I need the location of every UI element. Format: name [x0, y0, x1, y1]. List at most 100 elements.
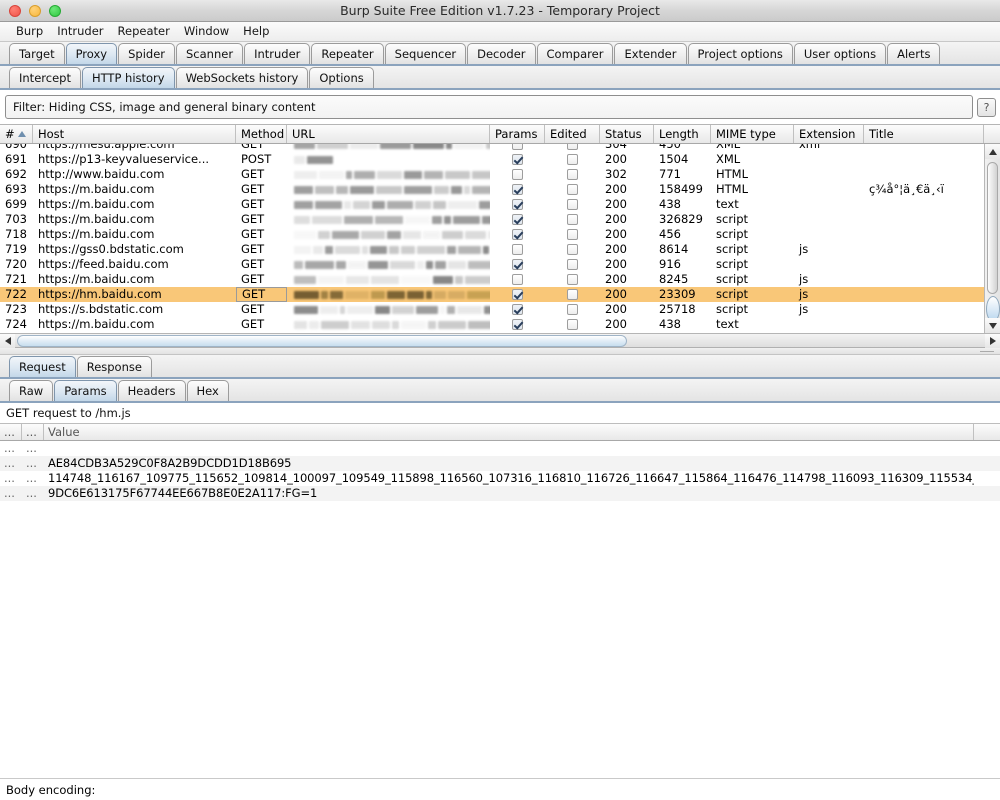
- unchecked-checkbox-icon[interactable]: [567, 199, 578, 210]
- horizontal-scroll-thumb[interactable]: [17, 335, 627, 347]
- tab-target[interactable]: Target: [9, 43, 65, 64]
- unchecked-checkbox-icon[interactable]: [567, 244, 578, 255]
- cell-params-checkbox[interactable]: [490, 302, 545, 317]
- column-header-length[interactable]: Length: [654, 125, 711, 143]
- unchecked-checkbox-icon[interactable]: [567, 184, 578, 195]
- history-vertical-scrollbar[interactable]: [984, 144, 1000, 333]
- checked-checkbox-icon[interactable]: [512, 289, 523, 300]
- checked-checkbox-icon[interactable]: [512, 259, 523, 270]
- vertical-scroll-thumb[interactable]: [987, 162, 998, 294]
- cell-edited-checkbox[interactable]: [545, 257, 600, 272]
- subtab-websockets-history[interactable]: WebSockets history: [176, 67, 309, 88]
- column-header-method[interactable]: Method: [236, 125, 287, 143]
- viewtab-headers[interactable]: Headers: [118, 380, 186, 401]
- tab-repeater[interactable]: Repeater: [311, 43, 383, 64]
- menu-item-help[interactable]: Help: [236, 22, 276, 41]
- params-row[interactable]: ......: [0, 441, 1000, 456]
- subtab-intercept[interactable]: Intercept: [9, 67, 81, 88]
- cell-edited-checkbox[interactable]: [545, 317, 600, 332]
- cell-params-checkbox[interactable]: [490, 317, 545, 332]
- cell-edited-checkbox[interactable]: [545, 272, 600, 287]
- unchecked-checkbox-icon[interactable]: [567, 169, 578, 180]
- params-column-header-1[interactable]: ...: [22, 424, 44, 440]
- cell-edited-checkbox[interactable]: [545, 182, 600, 197]
- cell-params-checkbox[interactable]: [490, 272, 545, 287]
- cell-params-checkbox[interactable]: [490, 144, 545, 152]
- menu-item-repeater[interactable]: Repeater: [111, 22, 177, 41]
- tab-extender[interactable]: Extender: [614, 43, 686, 64]
- cell-params-checkbox[interactable]: [490, 257, 545, 272]
- maximize-window-icon[interactable]: [49, 5, 61, 17]
- unchecked-checkbox-icon[interactable]: [567, 304, 578, 315]
- cell-params-checkbox[interactable]: [490, 167, 545, 182]
- column-header-extension[interactable]: Extension: [794, 125, 864, 143]
- cell-edited-checkbox[interactable]: [545, 242, 600, 257]
- params-row[interactable]: ......9DC6E613175F67744EE667B8E0E2A117:F…: [0, 486, 1000, 501]
- unchecked-checkbox-icon[interactable]: [567, 144, 578, 150]
- unchecked-checkbox-icon[interactable]: [567, 259, 578, 270]
- tab-comparer[interactable]: Comparer: [537, 43, 614, 64]
- table-row[interactable]: 692http://www.baidu.comGET302771HTML: [0, 167, 1000, 182]
- checked-checkbox-icon[interactable]: [512, 154, 523, 165]
- unchecked-checkbox-icon[interactable]: [512, 144, 523, 150]
- tab-project-options[interactable]: Project options: [688, 43, 793, 64]
- cell-edited-checkbox[interactable]: [545, 212, 600, 227]
- column-header-status[interactable]: Status: [600, 125, 654, 143]
- scroll-up-icon[interactable]: [985, 144, 1000, 159]
- table-row[interactable]: 723https://s.bdstatic.comGET20025718scri…: [0, 302, 1000, 317]
- checked-checkbox-icon[interactable]: [512, 184, 523, 195]
- column-header-params[interactable]: Params: [490, 125, 545, 143]
- cell-edited-checkbox[interactable]: [545, 167, 600, 182]
- tab-user-options[interactable]: User options: [794, 43, 886, 64]
- cell-edited-checkbox[interactable]: [545, 152, 600, 167]
- scroll-left-icon[interactable]: [0, 334, 15, 348]
- checked-checkbox-icon[interactable]: [512, 304, 523, 315]
- menu-item-intruder[interactable]: Intruder: [50, 22, 110, 41]
- unchecked-checkbox-icon[interactable]: [512, 244, 523, 255]
- params-column-header-2[interactable]: Value: [44, 424, 974, 440]
- filter-bar[interactable]: Filter: Hiding CSS, image and general bi…: [5, 95, 973, 119]
- tab-scanner[interactable]: Scanner: [176, 43, 243, 64]
- cell-params-checkbox[interactable]: [490, 197, 545, 212]
- params-row[interactable]: ......114748_116167_109775_115652_109814…: [0, 471, 1000, 486]
- column-header-edited[interactable]: Edited: [545, 125, 600, 143]
- table-row[interactable]: 724https://m.baidu.comGET200438text: [0, 317, 1000, 332]
- cell-edited-checkbox[interactable]: [545, 144, 600, 152]
- pane-splitter[interactable]: [0, 348, 1000, 355]
- tab-sequencer[interactable]: Sequencer: [385, 43, 466, 64]
- viewtab-hex[interactable]: Hex: [187, 380, 229, 401]
- column-header-num[interactable]: #: [0, 125, 33, 143]
- minimize-window-icon[interactable]: [29, 5, 41, 17]
- close-window-icon[interactable]: [9, 5, 21, 17]
- viewtab-params[interactable]: Params: [54, 380, 116, 401]
- msgtab-response[interactable]: Response: [77, 356, 152, 377]
- menu-item-window[interactable]: Window: [177, 22, 236, 41]
- cell-edited-checkbox[interactable]: [545, 197, 600, 212]
- table-row[interactable]: 690https://mesu.apple.comGET304450XMLxml: [0, 144, 1000, 152]
- subtab-http-history[interactable]: HTTP history: [82, 67, 175, 88]
- cell-edited-checkbox[interactable]: [545, 302, 600, 317]
- cell-params-checkbox[interactable]: [490, 287, 545, 302]
- cell-edited-checkbox[interactable]: [545, 227, 600, 242]
- tab-proxy[interactable]: Proxy: [66, 43, 118, 64]
- cell-params-checkbox[interactable]: [490, 242, 545, 257]
- cell-edited-checkbox[interactable]: [545, 287, 600, 302]
- checked-checkbox-icon[interactable]: [512, 319, 523, 330]
- tab-alerts[interactable]: Alerts: [887, 43, 940, 64]
- unchecked-checkbox-icon[interactable]: [567, 154, 578, 165]
- table-row[interactable]: 721https://m.baidu.comGET2008245scriptjs: [0, 272, 1000, 287]
- scroll-right-icon[interactable]: [985, 334, 1000, 348]
- params-column-header-0[interactable]: ...: [0, 424, 22, 440]
- cell-params-checkbox[interactable]: [490, 182, 545, 197]
- table-row[interactable]: 703https://m.baidu.comGET200326829script: [0, 212, 1000, 227]
- unchecked-checkbox-icon[interactable]: [567, 319, 578, 330]
- subtab-options[interactable]: Options: [309, 67, 373, 88]
- tab-decoder[interactable]: Decoder: [467, 43, 535, 64]
- tab-spider[interactable]: Spider: [118, 43, 175, 64]
- params-row[interactable]: ......AE84CDB3A529C0F8A2B9DCDD1D18B695: [0, 456, 1000, 471]
- table-row[interactable]: 693https://m.baidu.comGET200158499HTMLç¾…: [0, 182, 1000, 197]
- msgtab-request[interactable]: Request: [9, 356, 76, 377]
- table-row[interactable]: 719https://gss0.bdstatic.comGET2008614sc…: [0, 242, 1000, 257]
- checked-checkbox-icon[interactable]: [512, 199, 523, 210]
- unchecked-checkbox-icon[interactable]: [567, 274, 578, 285]
